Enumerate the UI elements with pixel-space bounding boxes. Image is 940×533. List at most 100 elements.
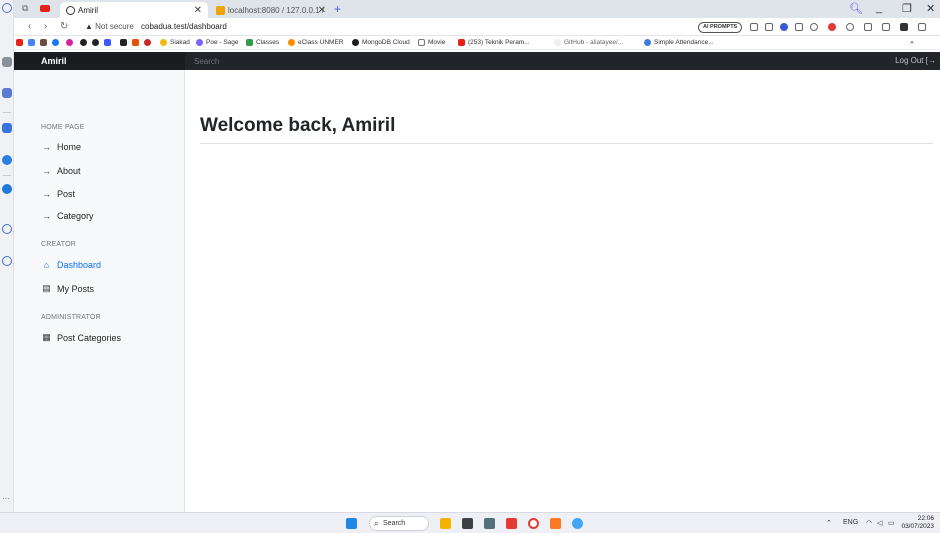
bookmark-icon[interactable] [132,39,142,46]
url-input[interactable]: cobadua.test/dashboard [141,22,227,31]
taskbar-search[interactable]: ⌕ Search [369,516,429,531]
play-icon[interactable] [795,23,803,31]
not-secure-indicator[interactable]: ▲ Not secure [85,22,134,31]
bookmark-movie[interactable]: Movie [418,39,445,46]
bookmark-label: Siakad [170,39,190,46]
bookmark-youtube-icon[interactable] [16,39,26,46]
file-explorer-icon[interactable] [440,518,451,529]
sidebar-item-about[interactable]: → About [41,166,81,176]
opera-logo-icon[interactable] [2,3,12,13]
bookmark-icon[interactable] [92,39,102,46]
workspace-icon[interactable] [2,57,12,67]
reload-icon[interactable]: ↻ [60,21,68,32]
bookmark-eclass[interactable]: eClass UNMER [288,39,344,46]
tab-strip: ⧉ Amiril ✕ localhost:8080 / 127.0.0.1 / … [14,0,940,18]
arrow-right-icon: → [42,189,51,199]
home-icon: ⌂ [43,260,50,270]
shield-icon[interactable] [780,23,788,31]
more-icon[interactable]: ··· [2,494,14,504]
volume-icon[interactable]: ◁ [877,519,882,527]
bookmarks-overflow-icon[interactable]: » [910,39,914,46]
extension-icon[interactable] [750,23,758,31]
logout-button[interactable]: Log Out [→ [895,56,936,65]
adblock-icon[interactable] [828,23,836,31]
bookmark-attendance[interactable]: Simple Attendance... [644,39,714,46]
opera-icon[interactable] [528,518,539,529]
sidebar-heading-creator: CREATOR [41,241,76,248]
page-title: Welcome back, Amiril [200,115,396,136]
vpn-icon[interactable] [846,23,854,31]
clock-time: 22:06 [917,515,934,522]
sidebar-item-dashboard[interactable]: ⌂ Dashboard [41,260,101,270]
ai-prompts-button[interactable]: AI PROMPTS [698,22,743,33]
search-tabs-icon[interactable]: 🔍︎ [849,2,863,15]
new-tab-icon[interactable]: + [334,2,341,16]
whatsapp-icon[interactable] [2,155,12,165]
battery-tray-icon[interactable]: ▭ [888,519,895,527]
translate-icon[interactable] [864,23,872,31]
bookmark-icon[interactable] [144,39,154,46]
restore-icon[interactable]: ❐ [902,2,912,15]
bookmark-icon[interactable] [40,39,50,46]
aria-icon[interactable] [2,88,12,98]
store-icon[interactable] [462,518,473,529]
battery-icon[interactable] [900,23,908,31]
tab-localhost[interactable]: localhost:8080 / 127.0.0.1 / ✕ [210,2,332,18]
telegram-icon[interactable] [2,184,12,194]
brand[interactable]: Amiril [14,52,185,70]
tab-amiril[interactable]: Amiril ✕ [60,2,208,18]
wps-icon[interactable] [506,518,517,529]
close-window-icon[interactable]: ✕ [926,2,935,15]
sidebar-item-post-categories[interactable]: ▦ Post Categories [41,332,121,343]
heart-icon[interactable] [2,224,12,234]
system-clock[interactable]: 22:06 03/07/2023 [901,515,934,531]
sidebar-item-category[interactable]: → Category [41,211,94,221]
bookmark-icon[interactable] [80,39,90,46]
search-input[interactable] [185,52,785,70]
back-icon[interactable]: ‹ [28,21,31,32]
bookmark-google-icon[interactable] [28,39,38,46]
download-icon[interactable] [882,23,890,31]
sidebar-item-post[interactable]: → Post [41,189,75,199]
bookmark-youtube-video[interactable]: (253) Teknik Peram... [458,39,530,46]
minimize-icon[interactable]: _ [876,2,882,14]
bookmark-poe[interactable]: Poe - Sage [196,39,239,46]
xampp-icon[interactable] [550,518,561,529]
menu-icon[interactable] [918,23,926,31]
bookmark-label: MongoDB Cloud [362,39,410,46]
bookmark-instagram-icon[interactable] [66,39,76,46]
bookmark-github[interactable]: GitHub - aliatayee/... [554,39,623,46]
sidebar-item-my-posts[interactable]: ▤ My Posts [41,283,94,294]
wifi-icon[interactable]: ◠ [866,519,872,527]
bookmark-siakad[interactable]: Siakad [160,39,190,46]
bookmark-classes[interactable]: Classes [246,39,279,46]
bookmark-facebook-icon[interactable] [52,39,62,46]
tab-grid-icon[interactable]: ⧉ [22,3,28,14]
forward-icon[interactable]: › [44,21,47,32]
sidebar-item-label: Category [57,211,94,221]
app-icon[interactable] [484,518,495,529]
heart-outline-icon[interactable] [810,23,818,31]
sidebar-item-home[interactable]: → Home [41,142,81,152]
snapshot-icon[interactable] [765,23,773,31]
bookmark-icon[interactable] [104,39,114,46]
address-bar: ‹ › ↻ ▲ Not secure cobadua.test/dashboar… [14,18,940,36]
youtube-tab-icon[interactable] [40,5,50,12]
vpn-app-icon[interactable] [572,518,583,529]
bookmark-mongodb[interactable]: MongoDB Cloud [352,39,410,46]
app-navbar: Amiril Log Out [→ [14,52,940,70]
language-indicator[interactable]: ENG [843,519,858,526]
settings-icon[interactable] [2,256,12,266]
rail-divider [3,175,11,176]
bookmarks-bar: Siakad Poe - Sage Classes eClass UNMER M… [14,36,940,50]
bookmark-icon[interactable] [120,39,130,46]
close-tab-icon[interactable]: ✕ [318,5,326,16]
youtube-icon [458,39,465,46]
github-icon [554,39,561,46]
windows-start-icon[interactable] [346,518,357,529]
messenger-icon[interactable] [2,123,12,133]
close-tab-icon[interactable]: ✕ [194,5,202,16]
link-icon [644,39,651,46]
tray-chevron-icon[interactable]: ⌃ [826,519,832,527]
classroom-icon [246,39,253,46]
